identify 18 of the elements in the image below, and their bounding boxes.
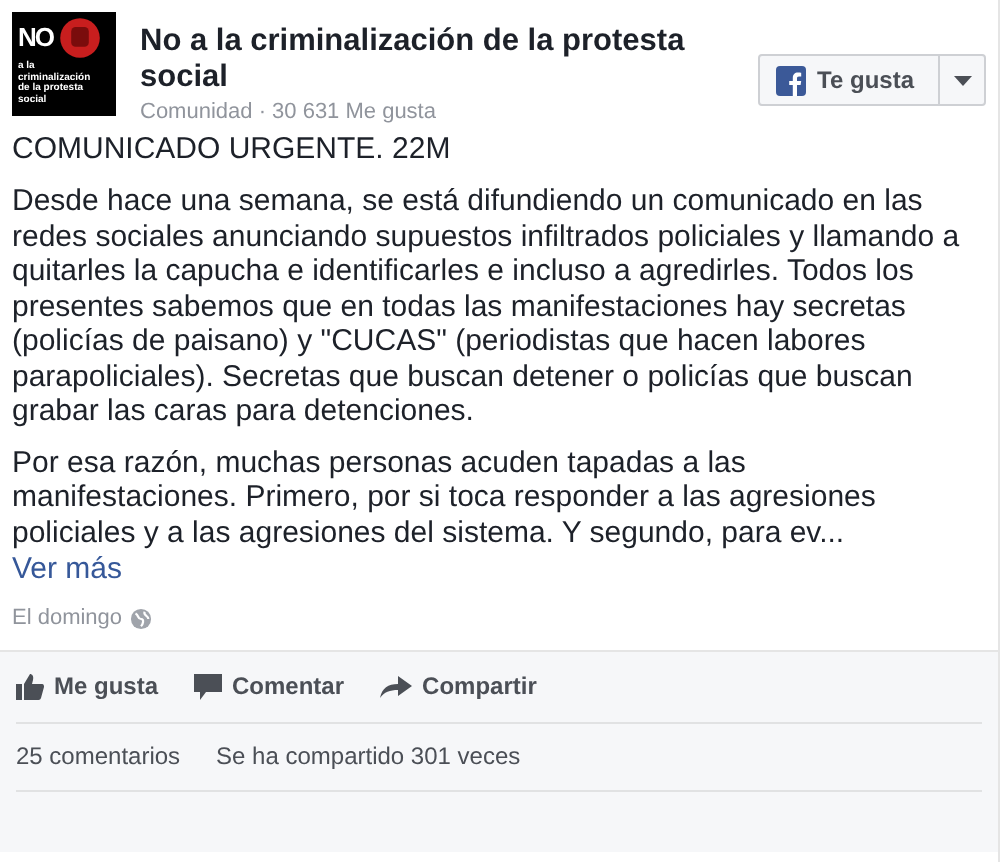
facebook-icon: [775, 65, 806, 95]
page-meta: Comunidad · 30 631 Me gusta: [140, 100, 438, 124]
speech-bubble-icon: [194, 673, 223, 699]
post-stat[interactable]: Se ha compartido 301 veces: [216, 742, 521, 770]
share-button[interactable]: Compartir: [380, 668, 537, 704]
page-name[interactable]: No a la criminalización de la protesta social: [140, 24, 720, 96]
caret-icon: [953, 75, 971, 85]
globe-icon: [130, 607, 153, 629]
see-more-link[interactable]: Ver más: [12, 552, 123, 586]
like-button[interactable]: Me gusta: [16, 668, 159, 704]
post-headline: COMUNICADO URGENTE. 22M: [10, 130, 453, 168]
comment-button[interactable]: Comentar: [194, 668, 345, 704]
arrow-icon: [380, 674, 413, 698]
post-stat[interactable]: 25 comentarios: [16, 742, 181, 770]
logo-title: NO: [18, 24, 53, 52]
post-paragraph: Desde hace una semana, se está difundiendo un comunicado en las redes sociales anunciando supuestos infiltrados policiales y llamando a quitarles la capucha e identificarles e incluso a agredirles. Todos los presentes sabemos que en todas las manifestaciones hay secretas (policías de paisano) y "CUCAS" (periodistas que hacen labores parapoliciales). Secretas que buscan detener o policías que buscan grabar las caras para detenciones.: [12, 184, 962, 429]
thumbs-up-icon: [16, 673, 44, 699]
post-paragraph: Por esa razón, muchas personas acuden tapadas a las manifestaciones. Primero, por si toca responder a las agresiones policiales y a las agresiones del sistema. Y segundo, para ev...: [12, 445, 878, 550]
